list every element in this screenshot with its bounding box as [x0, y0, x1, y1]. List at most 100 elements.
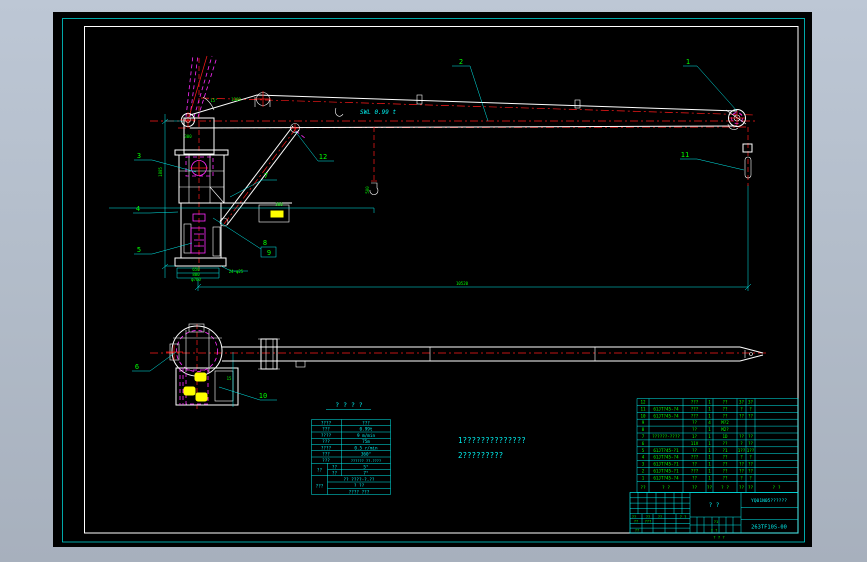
bom-cell: ??	[748, 469, 754, 474]
bom-cell: ???	[691, 413, 699, 418]
bom-cell: ?	[740, 406, 743, 411]
bom-cell: 4	[708, 420, 711, 425]
bom-cell: 61JT?45-?1	[653, 448, 679, 453]
signature-cell: ? ?	[680, 515, 687, 519]
bom-cell: ??	[748, 413, 754, 418]
motor-symbol	[196, 393, 207, 401]
bom-cell: M2?	[721, 427, 729, 432]
bom-cell: 6	[642, 441, 645, 446]
bom-cell: 1	[708, 427, 711, 432]
bom-cell: ???	[691, 406, 699, 411]
span-dimension	[195, 185, 751, 291]
signature-cell: ??	[634, 520, 638, 524]
topping-sheave	[255, 91, 271, 107]
swl-label: SWL 0.99 t	[360, 109, 397, 116]
bom-header-cell: ? ?	[662, 485, 670, 491]
bom-cell: ??	[722, 475, 728, 480]
balloon-2: 2	[459, 58, 463, 66]
bom-cell: ??	[722, 469, 728, 474]
bom-header-cell: ??	[739, 485, 745, 491]
bom-cell: 1	[642, 475, 645, 480]
dimension-label: 1360	[231, 97, 241, 102]
param-value: 5°	[363, 464, 368, 470]
dimension-texts: 1805136015°30030050010520650800φ76024-φ2…	[158, 97, 469, 381]
deck-level-line	[109, 208, 374, 213]
balloon-11: 11	[681, 151, 689, 159]
bom-table: 12???1??3?3?1161JT?45-?4???1????1061JT?4…	[637, 399, 798, 493]
bom-cell: ??	[748, 462, 754, 467]
bom-cell: ??	[722, 462, 728, 467]
bom-cell: 1	[708, 413, 711, 418]
hook-swivel	[743, 144, 752, 152]
bom-header-cell: ? ?	[773, 485, 781, 491]
param-value: ???? ???	[349, 489, 370, 495]
bom-cell: 61JT?45-?4	[653, 406, 679, 411]
bom-cell: ??	[739, 413, 745, 418]
param-value: ? ??	[354, 483, 365, 489]
param-value: ???	[362, 420, 370, 426]
bom-cell: M?2	[721, 420, 729, 425]
bom-cell: ??	[722, 406, 728, 411]
motor-symbol	[195, 373, 206, 381]
signature-cell: ??	[646, 515, 650, 519]
balloon-1: 1	[686, 58, 690, 66]
bom-cell: ???	[691, 400, 699, 405]
bom-cell: 10	[640, 413, 646, 418]
bom-cell: 1	[708, 400, 711, 405]
param-sublabel: ??	[332, 471, 338, 477]
balloon-leaders	[132, 66, 744, 400]
dimension-label: φ760	[191, 277, 201, 282]
bom-cell: 5	[642, 448, 645, 453]
parameter-table: ???? ??? ??? 0.99t ???? 9 m/min ??? 75m …	[312, 420, 391, 496]
balloon-12: 12	[319, 153, 327, 161]
param-label: ???	[322, 458, 330, 464]
bom-cell: 7	[642, 434, 645, 439]
bom-cell: ??	[748, 434, 754, 439]
pedestal	[175, 118, 292, 266]
title-block-project: ? ?	[709, 502, 720, 509]
dimension-label: 300	[184, 134, 192, 139]
bom-cell: 1??	[738, 448, 746, 453]
bom-header-cell: ??	[707, 485, 713, 491]
bom-cell: ?	[749, 475, 752, 480]
bom-cell: 8	[642, 427, 645, 432]
dimension-label: 300	[275, 202, 283, 207]
bom-cell: ?	[740, 475, 743, 480]
signature-cell: ??	[635, 529, 639, 533]
title-block-sheet: ? ?	[711, 528, 718, 533]
bom-cell: ??	[722, 400, 728, 405]
bom-cell: 1?	[692, 434, 698, 439]
balloon-9: 9	[267, 249, 271, 257]
param-value: 7°	[363, 471, 368, 477]
note-line-1: 1??????????????	[458, 436, 526, 445]
signature-cell: ??	[658, 515, 662, 519]
dimension-label: 500	[365, 186, 370, 194]
bom-cell: ??	[692, 427, 698, 432]
param-label: ???	[322, 439, 330, 445]
mid-hook	[370, 127, 378, 195]
bom-cell: ??	[692, 420, 698, 425]
param-label: ????	[321, 433, 332, 439]
param-value: 9 m/min	[357, 433, 376, 439]
luffing-brace	[220, 124, 300, 227]
param-label: ????	[321, 445, 332, 451]
param-value: 360°	[361, 452, 371, 458]
plan-view	[150, 324, 766, 412]
bom-cell: 1D	[722, 434, 728, 439]
bom-cell: ?	[740, 441, 743, 446]
drawing-title: YQ01N05??????	[751, 498, 787, 504]
title-block: ? ? YQ01N05?????? 263TF10S-00 ??????? ??…	[630, 493, 798, 540]
bom-cell: 1	[708, 475, 711, 480]
cad-drawing-canvas: SWL 0.99 t 1?????????????? 2????????? ? …	[53, 12, 812, 547]
bom-cell: 1??	[747, 448, 755, 453]
param-sublabel: ??	[332, 464, 338, 470]
param-value: 0.5 r/min	[354, 445, 378, 451]
bom-header-cell: ??	[748, 485, 754, 491]
balloon-4: 4	[136, 205, 140, 213]
bom-cell: 9	[642, 420, 645, 425]
bom-cell: ??	[722, 413, 728, 418]
bom-cell: ??	[692, 475, 698, 480]
bom-cell: 1	[708, 469, 711, 474]
param-table-title: ? ? ? ?	[335, 401, 362, 409]
boom-plan	[222, 339, 763, 369]
